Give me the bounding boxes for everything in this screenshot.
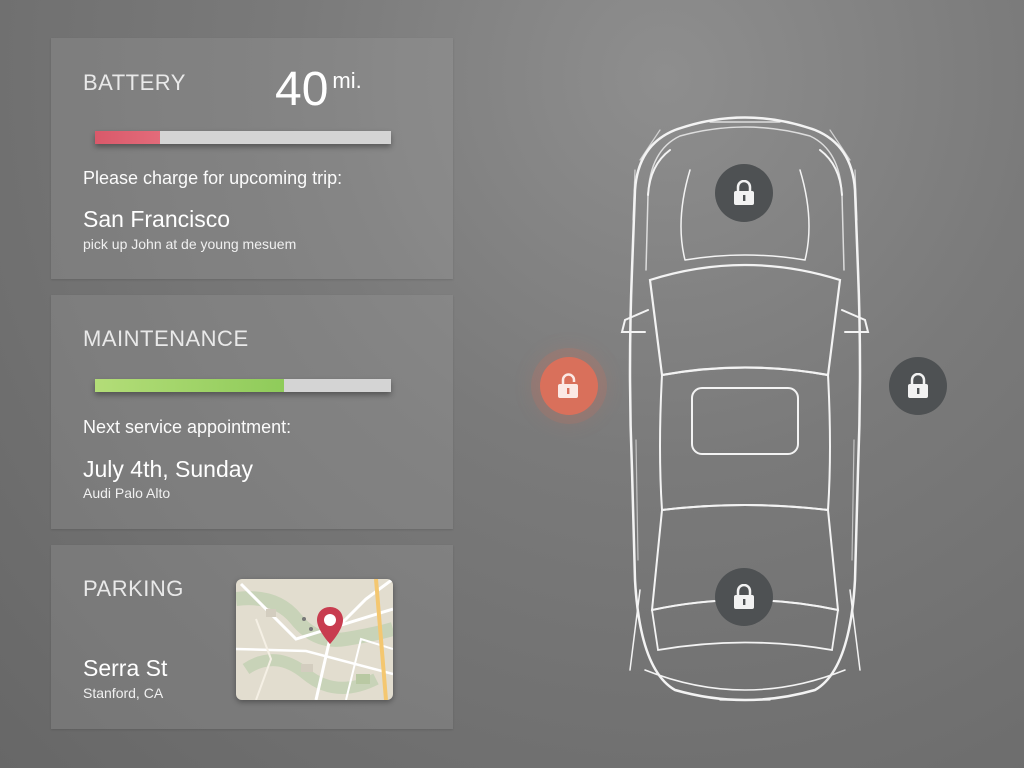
battery-card[interactable]: BATTERY 40 mi. Please charge for upcoming… (51, 38, 453, 279)
battery-title: BATTERY (83, 70, 186, 95)
lock-icon (734, 180, 754, 205)
rear-lock-button[interactable] (715, 568, 773, 626)
lock-icon (734, 584, 754, 609)
lock-icon (908, 373, 928, 398)
battery-range: 40 mi. (275, 62, 362, 117)
maintenance-card[interactable]: MAINTENANCE Next service appointment: Ju… (51, 295, 453, 529)
front-lock-button[interactable] (715, 164, 773, 222)
battery-level-bar (95, 131, 391, 144)
unlock-icon (558, 373, 578, 398)
parking-card[interactable]: PARKING Serra St Stanford, CA (51, 545, 453, 729)
parking-title: PARKING (83, 576, 184, 601)
battery-level-fill (95, 131, 161, 144)
battery-prompt: Please charge for upcoming trip: (83, 168, 343, 188)
maintenance-level-bar (95, 379, 391, 392)
left-door-unlock-button[interactable] (540, 357, 598, 415)
service-date: July 4th, Sunday (83, 456, 254, 482)
parking-city: Stanford, CA (83, 685, 164, 701)
trip-destination: San Francisco (83, 206, 231, 232)
battery-range-value: 40 (275, 63, 329, 116)
parking-street: Serra St (83, 655, 168, 681)
maintenance-level-fill (95, 379, 285, 392)
parking-map[interactable] (236, 579, 393, 700)
service-prompt: Next service appointment: (83, 417, 292, 437)
maintenance-title: MAINTENANCE (83, 326, 249, 351)
right-door-lock-button[interactable] (889, 357, 947, 415)
battery-range-unit: mi. (332, 68, 362, 93)
service-location: Audi Palo Alto (83, 485, 171, 501)
map-pin-icon (317, 607, 343, 644)
trip-note: pick up John at de young mesuem (83, 236, 297, 252)
